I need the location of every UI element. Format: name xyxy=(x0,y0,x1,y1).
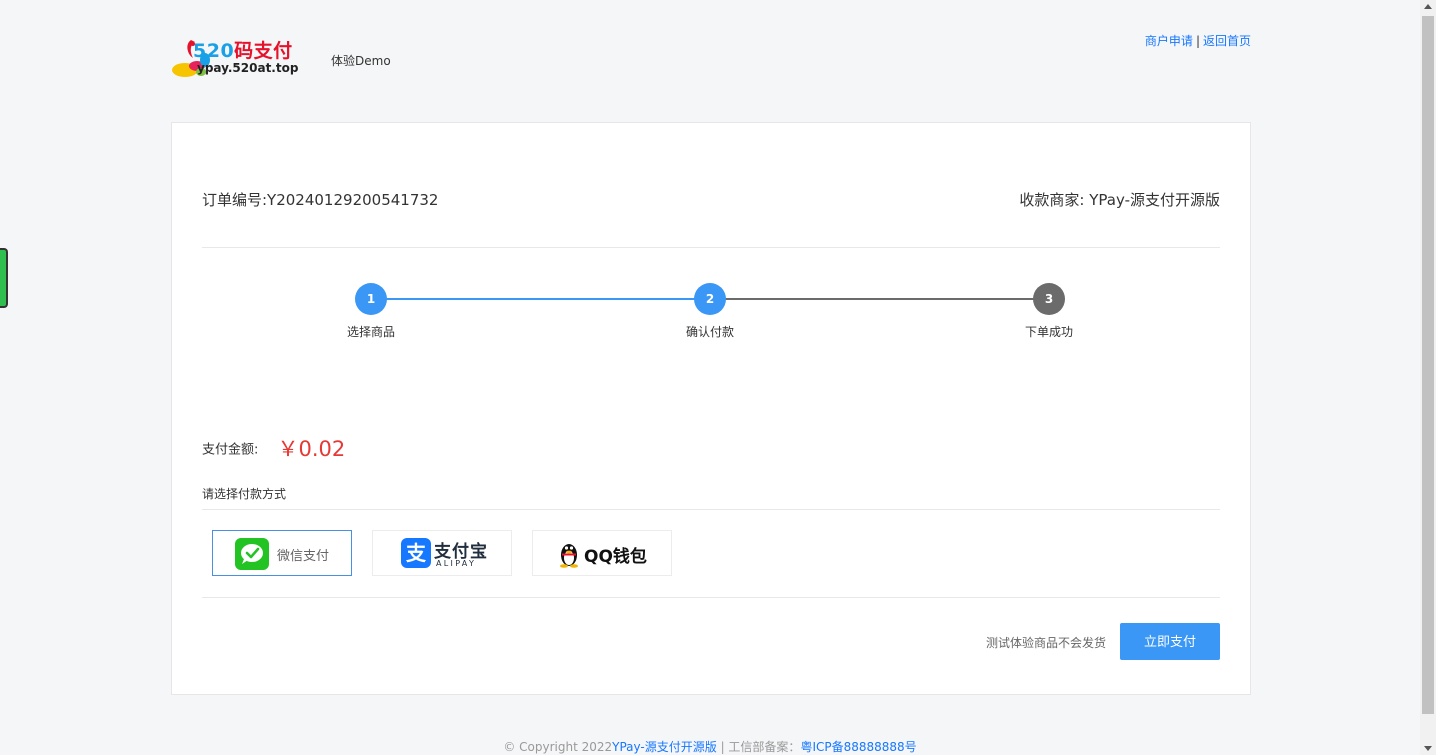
logo-domain: ypay.520at.top xyxy=(197,61,299,75)
step-1-number: 1 xyxy=(355,283,387,315)
divider xyxy=(202,509,1220,510)
step-line-pending xyxy=(710,298,1049,300)
vertical-scrollbar[interactable] xyxy=(1420,0,1436,755)
side-float-widget[interactable] xyxy=(0,248,8,308)
alipay-option[interactable]: 支 支付宝 ALIPAY xyxy=(372,530,512,576)
page-header: 520码支付 ypay.520at.top 体验Demo 商户申请 | 返回首页 xyxy=(171,30,1251,90)
divider xyxy=(202,247,1220,248)
merchant-name: 收款商家: YPay-源支付开源版 xyxy=(1019,191,1220,209)
wechat-icon xyxy=(235,538,269,570)
step-3-label: 下单成功 xyxy=(1024,325,1073,339)
demo-label: 体验Demo xyxy=(331,54,391,68)
back-home-link[interactable]: 返回首页 xyxy=(1203,34,1251,48)
icp-prefix: | 工信部备案： xyxy=(716,740,801,754)
top-links: 商户申请 | 返回首页 xyxy=(1145,32,1251,49)
payment-method-title: 请选择付款方式 xyxy=(202,487,287,501)
step-3: 3 下单成功 xyxy=(1009,283,1089,340)
wechat-pay-option[interactable]: 微信支付 xyxy=(212,530,352,576)
progress-steps: 1 选择商品 2 确认付款 3 下单成功 xyxy=(202,283,1220,343)
divider xyxy=(202,597,1220,598)
link-separator: | xyxy=(1195,34,1200,48)
alipay-sub-label: ALIPAY xyxy=(436,559,477,568)
scroll-down-arrow-icon[interactable] xyxy=(1424,746,1432,751)
qq-wallet-option[interactable]: QQ钱包 xyxy=(532,530,672,576)
wechat-pay-label: 微信支付 xyxy=(277,549,330,564)
page-footer: © Copyright 2022YPay-源支付开源版 | 工信部备案：粤ICP… xyxy=(0,738,1420,755)
logo-wordmark: 520码支付 xyxy=(193,40,293,62)
amount-value: ￥0.02 xyxy=(277,437,346,461)
step-2-label: 确认付款 xyxy=(685,325,734,339)
step-1-label: 选择商品 xyxy=(346,325,395,339)
step-2-number: 2 xyxy=(694,283,726,315)
step-1: 1 选择商品 xyxy=(331,283,411,340)
qq-penguin-icon xyxy=(560,544,578,568)
merchant-apply-link[interactable]: 商户申请 xyxy=(1145,34,1193,48)
test-product-note: 测试体验商品不会发货 xyxy=(985,636,1106,650)
step-3-number: 3 xyxy=(1033,283,1065,315)
amount-row: 支付金额: ￥0.02 xyxy=(202,433,345,463)
scroll-up-arrow-icon[interactable] xyxy=(1424,4,1432,9)
checkout-card: 订单编号:Y20240129200541732 收款商家: YPay-源支付开源… xyxy=(171,122,1251,695)
qq-wallet-label: QQ钱包 xyxy=(584,547,647,567)
icp-link[interactable]: 粤ICP备88888888号 xyxy=(800,740,916,754)
step-2: 2 确认付款 xyxy=(670,283,750,340)
order-number: 订单编号:Y20240129200541732 xyxy=(202,191,439,209)
scrollbar-thumb[interactable] xyxy=(1422,16,1434,714)
site-link[interactable]: YPay-源支付开源版 xyxy=(612,740,717,754)
copyright-text: © Copyright 2022 xyxy=(503,740,613,754)
step-line-done xyxy=(371,298,710,300)
alipay-icon: 支 xyxy=(401,538,431,568)
pay-now-button[interactable]: 立即支付 xyxy=(1120,623,1220,660)
site-logo[interactable]: 520码支付 ypay.520at.top xyxy=(171,36,321,80)
amount-label: 支付金额: xyxy=(202,442,259,458)
